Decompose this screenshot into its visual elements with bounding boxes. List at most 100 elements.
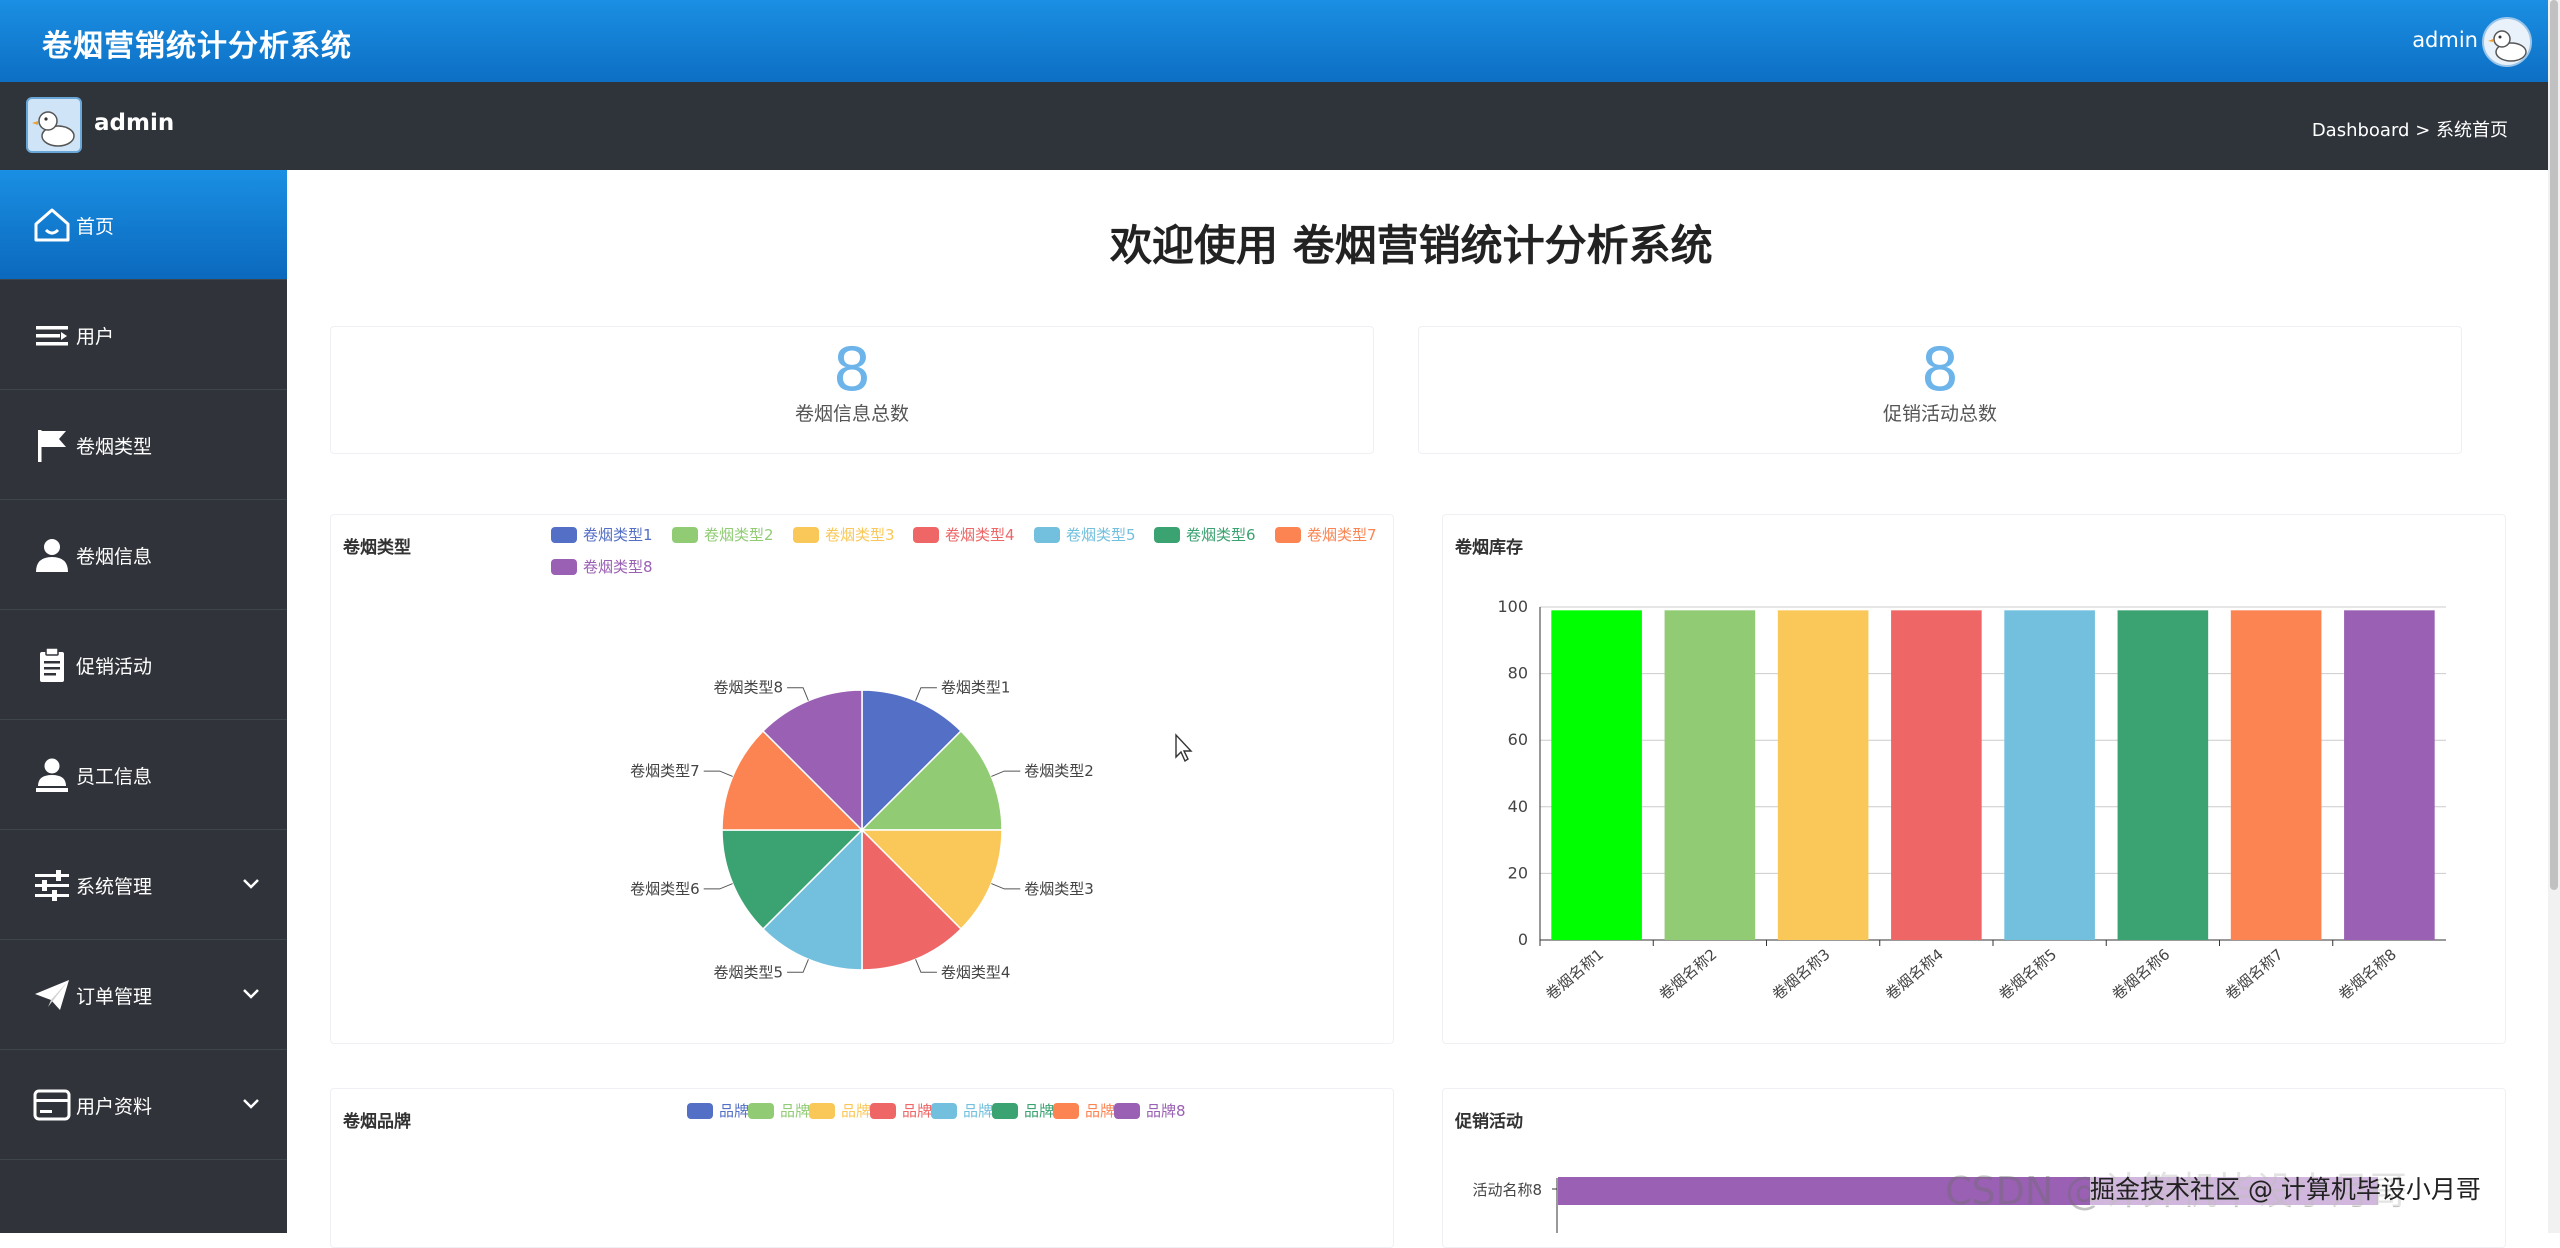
sidebar-item-cigarette-info[interactable]: 卷烟信息 <box>0 500 287 610</box>
pie-slice-label: 卷烟类型7 <box>630 762 700 780</box>
home-icon <box>34 208 70 242</box>
legend-swatch <box>551 558 577 575</box>
legend-item[interactable]: 卷烟类型3 <box>793 524 895 545</box>
legend-item[interactable]: 卷烟类型1 <box>551 524 653 545</box>
panel-title: 卷烟品牌 <box>343 1112 411 1132</box>
sidebar-item-order-management[interactable]: 订单管理 <box>0 940 287 1050</box>
legend-item[interactable]: 卷烟类型8 <box>551 556 653 577</box>
scrollbar-thumb[interactable] <box>2550 0 2558 890</box>
pie-slice-label: 卷烟类型1 <box>941 679 1011 697</box>
welcome-title: 欢迎使用 卷烟营销统计分析系统 <box>1110 221 1713 270</box>
legend-swatch <box>1275 526 1301 543</box>
legend-swatch <box>1114 1102 1140 1119</box>
pie-slice-label: 卷烟类型6 <box>630 880 700 898</box>
person-icon <box>36 539 68 572</box>
legend-item[interactable]: 卷烟类型4 <box>913 524 1015 545</box>
legend-swatch <box>1154 526 1180 543</box>
panel-title: 促销活动 <box>1455 1112 1523 1132</box>
sidebar-item-promotion[interactable]: 促销活动 <box>0 610 287 720</box>
user-avatar[interactable] <box>26 97 82 153</box>
stat-card-cigarette-info: 8 卷烟信息总数 <box>330 326 1374 454</box>
x-tick-label: 卷烟名称3 <box>1769 945 1834 1003</box>
bar[interactable] <box>1777 610 1869 940</box>
sidebar-username: admin <box>94 110 175 136</box>
y-tick-label: 100 <box>1497 597 1528 616</box>
sidebar-item-cigarette-type[interactable]: 卷烟类型 <box>0 390 287 500</box>
legend-label: 卷烟类型2 <box>704 526 774 544</box>
pie-slice-label: 卷烟类型2 <box>1024 762 1094 780</box>
user-list-icon <box>36 326 68 346</box>
sidebar-item-label: 用户资料 <box>76 1096 153 1118</box>
sidebar-item-label: 系统管理 <box>76 876 153 898</box>
legend-swatch <box>931 1102 957 1119</box>
sliders-icon <box>35 870 69 901</box>
legend-swatch <box>870 1102 896 1119</box>
x-tick-label: 卷烟名称8 <box>2335 945 2400 1003</box>
legend-item[interactable]: 卷烟类型7 <box>1275 524 1377 545</box>
bar[interactable] <box>2230 610 2322 940</box>
legend-label: 卷烟类型3 <box>825 526 895 544</box>
pie-label-line <box>915 959 937 973</box>
chevron-down-icon <box>243 1099 259 1109</box>
panel-title: 卷烟库存 <box>1455 538 1523 558</box>
duck-icon <box>2488 30 2527 62</box>
pie-label-line <box>915 687 937 701</box>
y-tick-label: 80 <box>1508 664 1528 683</box>
legend-label: 卷烟类型5 <box>1066 526 1136 544</box>
y-tick-label: 0 <box>1518 930 1528 949</box>
pie-slice-label: 卷烟类型4 <box>941 963 1011 981</box>
card-icon <box>33 1089 71 1121</box>
legend-swatch <box>992 1102 1018 1119</box>
stat-label: 促销活动总数 <box>1882 403 1997 425</box>
legend-label: 卷烟类型4 <box>945 526 1015 544</box>
app-title: 卷烟营销统计分析系统 <box>42 29 352 64</box>
chevron-down-icon <box>243 879 259 889</box>
bar[interactable] <box>1891 610 1982 940</box>
sidebar-item-users[interactable]: 用户 <box>0 280 287 390</box>
breadcrumb[interactable]: Dashboard > 系统首页 <box>2312 116 2508 142</box>
y-tick-label: 40 <box>1508 797 1528 816</box>
legend-swatch <box>748 1102 774 1119</box>
x-tick-label: 卷烟名称7 <box>2222 945 2287 1003</box>
sidebar-item-home[interactable]: 首页 <box>0 170 287 280</box>
y-tick-label: 60 <box>1508 730 1528 749</box>
legend-swatch <box>809 1102 835 1119</box>
header-username[interactable]: admin <box>2412 28 2478 52</box>
legend-label: 卷烟类型7 <box>1307 526 1377 544</box>
clipboard-icon <box>40 647 64 682</box>
x-tick-label: 卷烟名称4 <box>1882 945 1947 1003</box>
sidebar-item-system-management[interactable]: 系统管理 <box>0 830 287 940</box>
flag-icon <box>38 430 66 462</box>
y-tick-label: 20 <box>1508 863 1528 882</box>
sidebar-item-label: 卷烟类型 <box>76 436 153 458</box>
legend-label: 卷烟类型6 <box>1186 526 1256 544</box>
sidebar: 首页 用户 卷烟类型 卷烟信息 促销活动 员工信息 系统管理 订单管理 用户资料 <box>0 170 287 1233</box>
watermark-overlay: 掘金技术社区 @ 计算机毕设小月哥 <box>2090 1170 2481 1206</box>
sidebar-item-employee[interactable]: 员工信息 <box>0 720 287 830</box>
pie-label-line <box>703 770 733 777</box>
legend-item[interactable]: 品牌8 <box>1114 1100 1186 1121</box>
bar[interactable] <box>2004 610 2095 940</box>
top-header: 卷烟营销统计分析系统 admin <box>0 0 2548 82</box>
legend-item[interactable]: 卷烟类型2 <box>672 524 774 545</box>
pie-slice-label: 卷烟类型3 <box>1024 880 1094 898</box>
bar[interactable] <box>1664 610 1756 940</box>
legend-swatch <box>1053 1102 1079 1119</box>
sidebar-item-label: 促销活动 <box>76 656 153 678</box>
legend-item[interactable]: 卷烟类型5 <box>1034 524 1136 545</box>
y-tick-label: 活动名称8 <box>1472 1181 1542 1199</box>
sidebar-item-user-profile[interactable]: 用户资料 <box>0 1050 287 1160</box>
legend-swatch <box>1034 526 1060 543</box>
bar[interactable] <box>2117 610 2209 940</box>
duck-icon <box>32 111 75 147</box>
legend-label: 卷烟类型1 <box>583 526 653 544</box>
bar[interactable] <box>1551 610 1642 940</box>
header-avatar[interactable] <box>2482 17 2532 67</box>
legend-item[interactable]: 卷烟类型6 <box>1154 524 1256 545</box>
panel-title: 卷烟类型 <box>343 538 411 558</box>
sidebar-item-label: 卷烟信息 <box>76 546 153 568</box>
cigarette-type-pie-chart: 卷烟类型1 卷烟类型2 卷烟类型3 卷烟类型4 卷烟类型5 卷烟类型6 卷烟类型7 卷烟类型8 <box>630 679 1094 982</box>
bar[interactable] <box>2344 610 2435 940</box>
cigarette-stock-bar-chart: 0 20 40 60 80 100 卷烟名称1 卷烟名称2 卷烟名称3 卷烟名称4 卷烟名称5 卷烟名… <box>1497 597 2446 1004</box>
pie-label-line <box>787 687 809 701</box>
